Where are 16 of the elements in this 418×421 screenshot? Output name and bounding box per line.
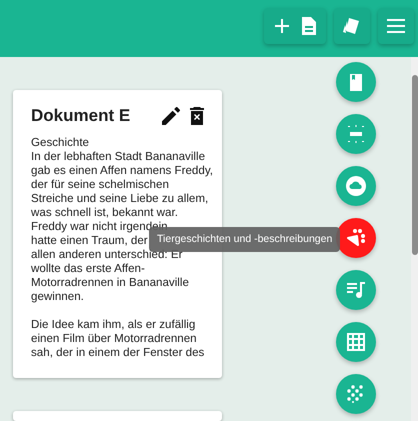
text-line: gewinnen. [31, 290, 84, 304]
card-title: Dokument E [31, 106, 132, 126]
text-line: Streiche und seine Liebe zu allem, [31, 192, 208, 206]
text-line: sah, der in einem der Fenster des [31, 346, 204, 360]
text-line: allen anderen unterschied: Er [31, 248, 182, 262]
text-line: Die Idee kam ihm, als er zufällig [31, 318, 196, 332]
text-line: einen Film über Motorradrennen [31, 332, 197, 346]
text-line: was schnell ist, bekannt war. [31, 206, 178, 220]
text-line: der für seine schelmischen [31, 178, 169, 192]
text-line: Freddy war nicht irgendein [31, 220, 168, 234]
text-line: In der lebhaften Stadt Bananaville [31, 150, 206, 164]
text-line: gab es einen Affen namens Freddy, [31, 164, 213, 178]
text-line: Motorradrennen in Bananaville [31, 276, 189, 290]
text-line: hatte einen Traum, der [31, 234, 148, 248]
text-line: wollte das erste Affen- [31, 262, 145, 276]
category-label: Geschichte [31, 136, 89, 150]
